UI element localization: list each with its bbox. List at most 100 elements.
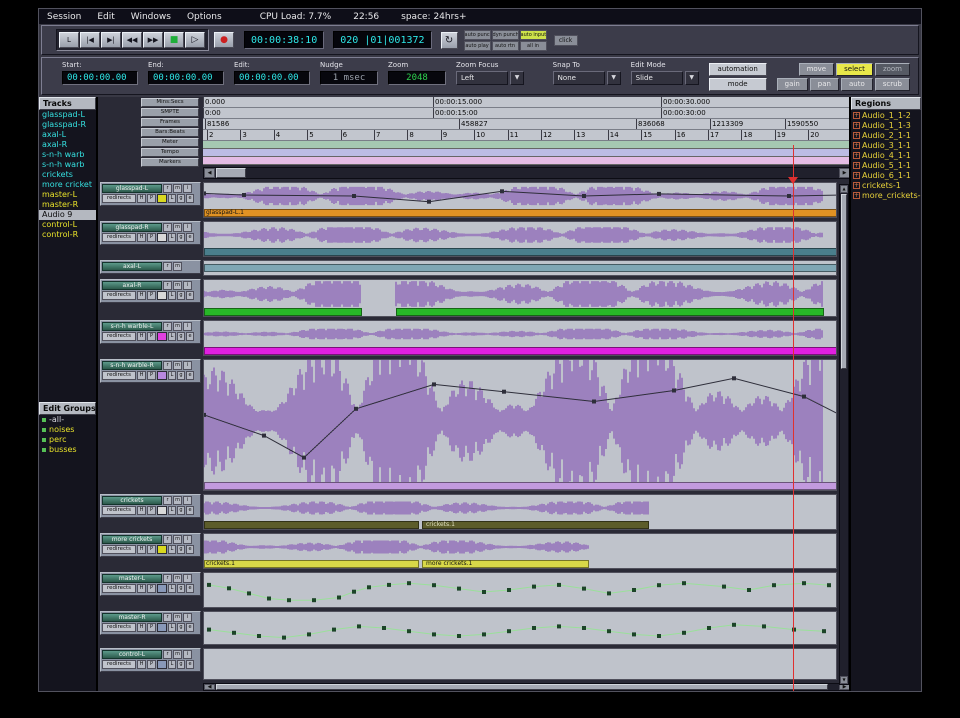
automation-point[interactable] (332, 628, 336, 632)
automation-point[interactable] (247, 591, 251, 595)
track-list-item-audio-9[interactable]: Audio 9 (39, 210, 96, 220)
track-P-button[interactable]: P (147, 660, 156, 669)
track-color-swatch[interactable] (157, 233, 167, 242)
automation-point[interactable] (682, 631, 686, 635)
transport-toggle-auto-punch[interactable]: auto punch (464, 30, 491, 40)
track-P-button[interactable]: P (147, 506, 156, 515)
automation-point[interactable] (352, 590, 356, 594)
track-color-swatch[interactable] (157, 660, 167, 669)
start-time-field[interactable]: 00:00:00.00 (62, 71, 138, 85)
track-L-button[interactable]: L (168, 584, 176, 593)
track-H-button[interactable]: H (137, 194, 146, 203)
scrollbar-thumb[interactable] (216, 684, 828, 690)
track-list-item-axal-r[interactable]: axal-R (39, 140, 96, 150)
ruler-smpte[interactable]: 0:0000:00:15:0000:00:30:00 (203, 108, 849, 119)
track-L-button[interactable]: L (168, 506, 176, 515)
track-i-button[interactable]: i (183, 281, 192, 290)
track-m-button[interactable]: m (173, 322, 182, 331)
rewind-button[interactable]: ◀◀ (122, 32, 142, 48)
scroll-up-icon[interactable]: ▲ (840, 185, 848, 193)
track-H-button[interactable]: H (137, 291, 146, 300)
automation-line[interactable] (209, 583, 829, 600)
ruler-bars-beats[interactable]: 234567891011121314151617181920 (203, 130, 849, 141)
region-bar-segment[interactable] (204, 248, 837, 256)
track-lane-glasspad-l[interactable]: glasspad-L.1 (203, 182, 837, 218)
track-name-button[interactable]: control-L (102, 650, 162, 659)
track-color-swatch[interactable] (157, 194, 167, 203)
track-lane-s-n-h-warble-r[interactable] (203, 359, 837, 491)
automation-point[interactable] (732, 623, 736, 627)
track-e-button[interactable]: e (186, 660, 194, 669)
track-H-button[interactable]: H (137, 660, 146, 669)
track-i-button[interactable]: i (183, 322, 192, 331)
automation-point[interactable] (657, 583, 661, 587)
automation-point[interactable] (507, 588, 511, 592)
track-g-button[interactable]: g (177, 506, 185, 515)
track-lane-s-n-h-warble-l[interactable] (203, 320, 837, 356)
redirects-button[interactable]: redirects (102, 332, 136, 341)
track-list-item-crickets[interactable]: crickets (39, 170, 96, 180)
track-i-button[interactable]: i (183, 361, 192, 370)
tool-scrub[interactable]: scrub (875, 78, 910, 91)
automation-point[interactable] (732, 376, 736, 380)
automation-point[interactable] (207, 628, 211, 632)
transport-toggle-auto-play[interactable]: auto play (464, 41, 491, 51)
track-m-button[interactable]: m (173, 574, 182, 583)
track-L-button[interactable]: L (168, 545, 176, 554)
track-H-button[interactable]: H (137, 371, 146, 380)
automation-point[interactable] (657, 634, 661, 638)
track-lane-axal-l[interactable] (203, 260, 837, 276)
track-r-button[interactable]: r (163, 613, 172, 622)
zoom-focus-dropdown[interactable]: Left ▼ (456, 71, 524, 85)
expand-plus-icon[interactable]: + (853, 182, 860, 189)
record-button[interactable]: ● (214, 32, 234, 48)
automation-point[interactable] (482, 590, 486, 594)
redirects-button[interactable]: redirects (102, 584, 136, 593)
goto-start-button[interactable]: L (59, 32, 79, 48)
vertical-scrollbar[interactable]: ▲ ▼ (839, 184, 849, 685)
automation-point[interactable] (672, 389, 676, 393)
playhead-marker[interactable] (788, 177, 798, 184)
automation-point[interactable] (607, 629, 611, 633)
expand-plus-icon[interactable]: + (853, 132, 860, 139)
track-P-button[interactable]: P (147, 291, 156, 300)
automation-point[interactable] (557, 583, 561, 587)
transport-toggle-all-in[interactable]: all in (520, 41, 547, 51)
ruler-button-markers[interactable]: Markers (141, 158, 199, 167)
automation-point[interactable] (592, 400, 596, 404)
track-e-button[interactable]: e (186, 194, 194, 203)
track-color-swatch[interactable] (157, 545, 167, 554)
transport-toggle-auto-rtn[interactable]: auto rtn (492, 41, 519, 51)
region-bar-segment[interactable] (422, 521, 649, 529)
track-e-button[interactable]: e (186, 233, 194, 242)
track-r-button[interactable]: r (163, 223, 172, 232)
track-lane-master-r[interactable] (203, 611, 837, 645)
scrollbar-thumb[interactable] (841, 194, 847, 369)
snap-to-dropdown[interactable]: None ▼ (553, 71, 621, 85)
track-r-button[interactable]: r (163, 262, 172, 271)
automation-point[interactable] (532, 626, 536, 630)
expand-plus-icon[interactable]: + (853, 122, 860, 129)
track-name-button[interactable]: s-n-h warble-R (102, 361, 162, 370)
redirects-button[interactable]: redirects (102, 371, 136, 380)
track-list-item-master-l[interactable]: master-L (39, 190, 96, 200)
automation-point[interactable] (822, 629, 826, 633)
expand-plus-icon[interactable]: + (853, 152, 860, 159)
track-L-button[interactable]: L (168, 371, 176, 380)
secondary-clock[interactable]: 020 |01|001372 (333, 31, 431, 49)
automation-point[interactable] (722, 585, 726, 589)
track-e-button[interactable]: e (186, 506, 194, 515)
track-i-button[interactable]: i (183, 613, 192, 622)
automation-point[interactable] (607, 591, 611, 595)
automation-point[interactable] (407, 629, 411, 633)
automation-point[interactable] (257, 634, 261, 638)
region-list-item-crickets-1[interactable]: +crickets-1 (851, 180, 921, 190)
automation-point[interactable] (582, 626, 586, 630)
automation-point[interactable] (482, 632, 486, 636)
nudge-value[interactable]: 1 msec (320, 71, 378, 85)
track-list-item-control-r[interactable]: control-R (39, 230, 96, 240)
automation-point[interactable] (457, 587, 461, 591)
track-color-swatch[interactable] (157, 371, 167, 380)
zoom-value[interactable]: 2048 (388, 71, 446, 85)
track-color-swatch[interactable] (157, 291, 167, 300)
